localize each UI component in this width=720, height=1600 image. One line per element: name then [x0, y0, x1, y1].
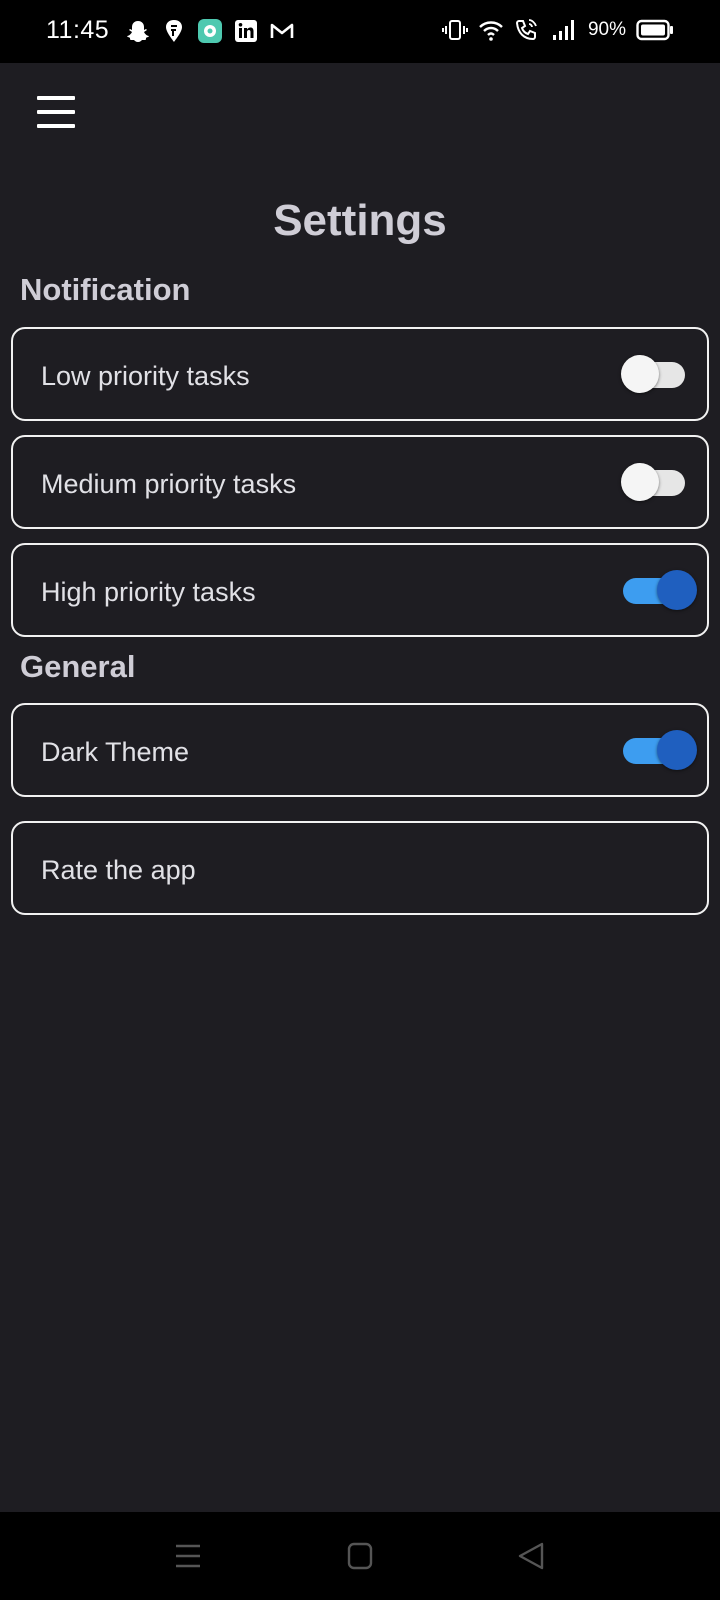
vibrate-icon: [441, 20, 468, 40]
menu-line: [37, 110, 75, 114]
hamburger-menu-icon[interactable]: [30, 90, 82, 134]
menu-line: [37, 96, 75, 100]
status-time: 11:45: [46, 16, 110, 44]
setting-label: High priority tasks: [41, 577, 256, 607]
recents-icon[interactable]: [168, 1538, 208, 1574]
swiggy-icon: [166, 20, 182, 42]
setting-label: Rate the app: [41, 855, 196, 885]
status-bar: 11:45 90%: [0, 0, 720, 63]
signal-icon: [552, 20, 574, 40]
page-title: Settings: [273, 196, 447, 245]
menu-line: [37, 124, 75, 128]
setting-row-low-priority[interactable]: Low priority tasks: [11, 327, 709, 421]
setting-row-dark-theme[interactable]: Dark Theme: [11, 703, 709, 797]
setting-row-medium-priority[interactable]: Medium priority tasks: [11, 435, 709, 529]
snapchat-icon: [127, 21, 149, 42]
setting-label: Low priority tasks: [41, 361, 250, 391]
notification-icons: [125, 18, 295, 44]
back-icon[interactable]: [512, 1538, 552, 1574]
system-nav-bar: [0, 1512, 720, 1600]
chat-app-icon: [198, 19, 222, 43]
toggle-thumb: [657, 730, 697, 770]
section-header-general: General: [20, 649, 136, 684]
low-priority-toggle[interactable]: [621, 355, 689, 393]
toggle-thumb: [657, 570, 697, 610]
dark-theme-toggle[interactable]: [621, 730, 697, 770]
battery-icon: [636, 19, 673, 41]
gmail-icon: [270, 23, 294, 38]
medium-priority-toggle[interactable]: [621, 463, 689, 501]
toggle-thumb: [621, 355, 659, 393]
rate-app-button[interactable]: Rate the app: [11, 821, 709, 915]
section-header-notification: Notification: [20, 272, 191, 307]
setting-label: Medium priority tasks: [41, 469, 297, 499]
setting-row-high-priority[interactable]: High priority tasks: [11, 543, 709, 637]
setting-label: Dark Theme: [41, 737, 190, 767]
home-icon[interactable]: [340, 1538, 380, 1574]
battery-percentage: 90%: [587, 19, 626, 40]
linkedin-icon: [235, 20, 257, 42]
wifi-calling-icon: [515, 19, 537, 41]
high-priority-toggle[interactable]: [621, 570, 697, 610]
toggle-thumb: [621, 463, 659, 501]
wifi-icon: [479, 21, 503, 41]
system-status-icons: 90%: [441, 17, 674, 43]
